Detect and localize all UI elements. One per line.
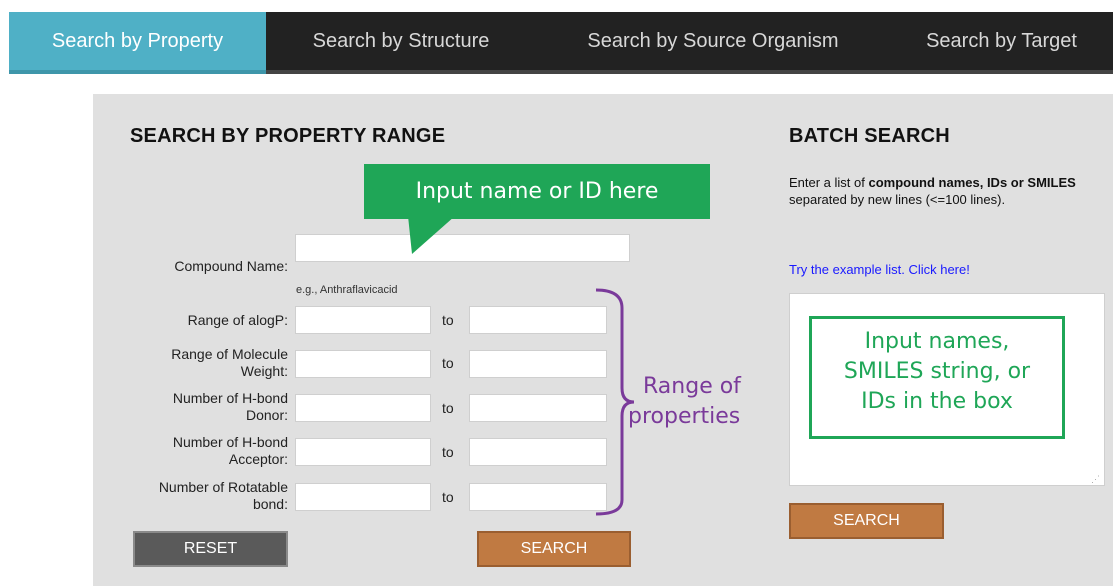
note-line: Input names, xyxy=(864,329,1010,354)
note-line: IDs in the box xyxy=(861,389,1013,414)
note-line: SMILES string, or xyxy=(843,359,1031,384)
note-line: Range of xyxy=(643,374,741,399)
range-of-properties-note: Range of properties xyxy=(628,372,771,432)
annotation-layer xyxy=(408,216,635,516)
note-line: properties xyxy=(628,404,741,429)
callout-input-name: Input name or ID here xyxy=(364,164,710,219)
batch-box-note: Input names, SMILES string, or IDs in th… xyxy=(809,316,1065,439)
callout-pointer xyxy=(408,216,455,254)
